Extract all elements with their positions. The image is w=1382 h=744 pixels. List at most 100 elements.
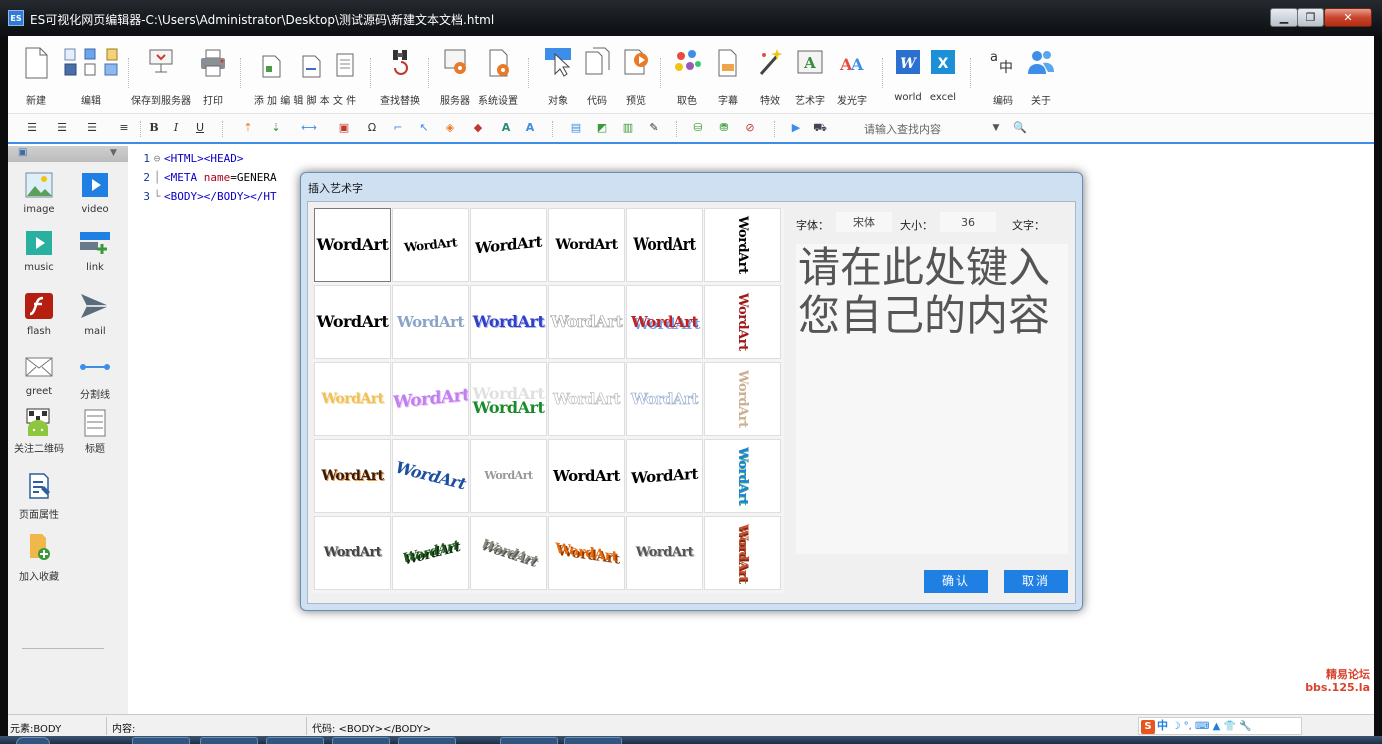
wordart-style-option[interactable]: WordArt [548,285,625,359]
taskbar-app[interactable] [132,737,190,744]
wordart-style-option[interactable]: WordArt [626,516,703,590]
edit-button[interactable]: 编辑 [58,46,124,108]
sidebar-item-mail[interactable]: mail [67,292,123,348]
effects-button[interactable]: 特效 [752,46,788,108]
wordart-style-option[interactable]: WordArt [314,516,391,590]
wordart-style-option[interactable]: WordArt [704,285,781,359]
size-field[interactable] [940,212,996,232]
ime-tools[interactable]: ☽ °, ⌨ ▲ 👕 🔧 [1172,721,1252,732]
wordart-style-option[interactable]: WordArt [704,516,781,590]
search-input[interactable] [864,119,990,139]
truck-icon[interactable]: ⛟ [810,120,830,136]
sidebar-item-video[interactable]: video [67,172,123,228]
wordart-style-option[interactable]: WordArt [548,208,625,282]
maximize-button[interactable]: ❐ [1297,8,1324,27]
sidebar-item-add-favorite[interactable]: 加入收藏 [11,532,67,588]
close-button[interactable]: ✕ [1324,8,1372,27]
wordart-style-option[interactable]: WordArt [470,208,547,282]
sidebar-item-image[interactable]: image [11,172,67,228]
search-zoom-icon[interactable]: 🔍 [1012,120,1028,136]
fold-toggle-icon[interactable]: ⊖ [150,149,164,168]
wordart-style-option[interactable]: WordArt [626,439,703,513]
preview-button[interactable]: 预览 [618,46,654,108]
sidebar-collapse-icon[interactable]: ▼ [110,148,117,158]
wordart-style-option[interactable]: WordArt [704,208,781,282]
glow-text-button[interactable]: AA 发光字 [832,46,872,108]
wordart-style-option[interactable]: WordArt [704,362,781,436]
ime-mode[interactable]: 中 [1157,719,1168,732]
wordart-style-option[interactable]: WordArt [470,516,547,590]
italic-icon[interactable]: I [168,120,184,136]
justify-icon[interactable]: ≡ [116,120,132,136]
taskbar-app[interactable] [266,737,324,744]
taskbar-app[interactable] [200,737,258,744]
move-up-icon[interactable]: ⇡ [240,120,256,136]
database-icon[interactable]: ⛁ [690,120,706,136]
run-icon[interactable]: ▶ [788,120,804,136]
save-to-server-button[interactable]: 保存到服务器 [130,46,192,108]
wordart-style-option[interactable]: WordArt [548,516,625,590]
wordart-style-option[interactable]: WordArt [548,362,625,436]
add-edit-script-button[interactable]: 添 加 编 辑 脚 本 文 件 [250,46,360,108]
font-color-icon[interactable]: A [498,120,514,136]
sidebar-item-music[interactable]: music [11,230,67,286]
sidebar-item-greet[interactable]: greet [11,354,67,410]
taskbar-app[interactable] [500,737,558,744]
underline-icon[interactable]: U [192,120,208,136]
insert-form-icon[interactable]: ▤ [568,120,584,136]
align-center-icon[interactable]: ☰ [54,120,70,136]
wordart-style-option[interactable]: WordArt [548,439,625,513]
tag-icon[interactable]: ⌐ [390,120,406,136]
system-settings-button[interactable]: 系统设置 [476,46,520,108]
minimize-button[interactable]: ▁ [1270,8,1298,27]
font-style-icon[interactable]: A [522,120,538,136]
taskbar-app[interactable] [564,737,622,744]
sidebar-menu-icon[interactable]: ▣ [18,147,27,158]
word-button[interactable]: W world [890,46,926,108]
move-down-icon[interactable]: ⇣ [268,120,284,136]
eraser-icon[interactable]: ◆ [470,120,486,136]
wordart-style-option[interactable]: WordArt [470,439,547,513]
wordart-style-option[interactable]: WordArt [392,516,469,590]
new-button[interactable]: 新建 [18,46,54,108]
excel-button[interactable]: X excel [926,46,960,108]
taskbar-app[interactable] [332,737,390,744]
wordart-style-option[interactable]: WordArt [392,439,469,513]
wordart-style-option[interactable]: WordArt [626,285,703,359]
sidebar-item-link[interactable]: link [67,230,123,286]
wordart-style-option[interactable]: WordArt [626,362,703,436]
align-right-icon[interactable]: ☰ [84,120,100,136]
wordart-style-option[interactable]: WordArt [704,439,781,513]
chevron-down-icon[interactable]: ▼ [988,120,1004,136]
about-button[interactable]: 关于 [1024,46,1058,108]
horizontal-rule-icon[interactable]: ⟷ [296,120,322,136]
sidebar-item-divider[interactable]: 分割线 [67,354,123,410]
wordart-text-input[interactable]: 请在此处键入您自己的内容 [796,244,1068,554]
print-button[interactable]: 打印 [196,46,230,108]
sidebar-item-qrcode[interactable]: 关注二维码 [11,408,67,464]
subtitle-button[interactable]: 字幕 [710,46,746,108]
wordart-style-option[interactable]: WordArt [392,208,469,282]
server-button[interactable]: 服务器 [436,46,474,108]
wordart-style-option[interactable]: WordArt [470,362,547,436]
wordart-style-option[interactable]: WordArt [626,208,703,282]
start-button[interactable] [16,737,50,744]
taskbar-app[interactable] [398,737,456,744]
delete-page-icon[interactable]: ▣ [336,120,352,136]
pointer-icon[interactable]: ↖ [416,120,432,136]
copy-page-icon[interactable]: ▥ [620,120,636,136]
wordart-style-option[interactable]: WordArt [314,208,391,282]
paint-bucket-icon[interactable]: ◈ [442,120,458,136]
object-view-button[interactable]: 对象 [538,46,578,108]
align-left-icon[interactable]: ☰ [24,120,40,136]
omega-symbol-icon[interactable]: Ω [364,120,380,136]
bold-icon[interactable]: B [146,120,162,136]
ok-button[interactable]: 确认 [924,570,988,593]
sidebar-item-flash[interactable]: flash [11,292,67,348]
art-text-button[interactable]: A 艺术字 [790,46,830,108]
wordart-style-option[interactable]: WordArt [470,285,547,359]
find-replace-button[interactable]: 查找替换 [376,46,424,108]
database-sync-icon[interactable]: ⛃ [716,120,732,136]
sidebar-item-heading[interactable]: 标题 [67,408,123,464]
wordart-style-option[interactable]: WordArt [392,362,469,436]
